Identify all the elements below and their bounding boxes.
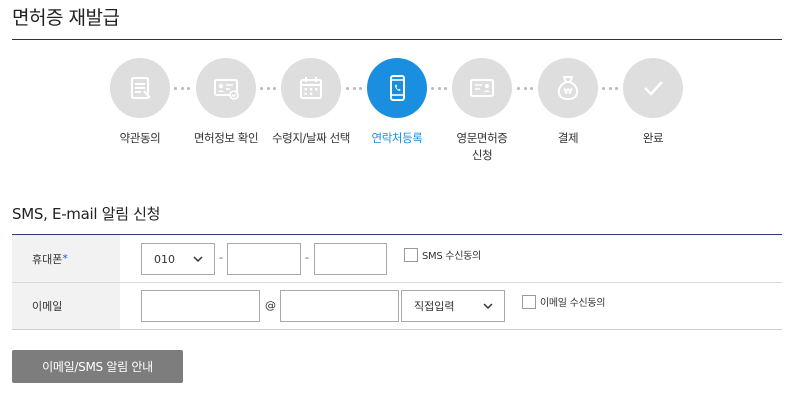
phone-label: 휴대폰 xyxy=(32,252,63,266)
license-card-icon xyxy=(470,79,494,97)
email-label-cell: 이메일 xyxy=(12,283,120,329)
email-input-cell: @ 직접입력 이메일 수신동의 xyxy=(120,283,782,329)
step-circle: ₩ xyxy=(538,58,598,118)
step-circle xyxy=(623,58,683,118)
phone-input-cell: 010 - - SMS 수신동의 xyxy=(120,235,782,282)
checkbox-box[interactable] xyxy=(522,294,536,309)
svg-text:₩: ₩ xyxy=(564,87,573,96)
checkmark-icon xyxy=(644,81,663,96)
step-circle xyxy=(367,58,427,118)
email-consent-checkbox[interactable]: 이메일 수신동의 xyxy=(522,294,605,309)
step-circle xyxy=(281,58,341,118)
separator: - xyxy=(305,251,309,264)
phone-label-cell: 휴대폰 * xyxy=(12,235,120,282)
email-domain-select[interactable]: 직접입력 xyxy=(401,290,505,322)
step-circle xyxy=(452,58,512,118)
calendar-icon xyxy=(300,77,322,99)
sms-consent-checkbox[interactable]: SMS 수신동의 xyxy=(404,247,481,262)
phone-prefix-value: 010 xyxy=(154,252,175,266)
phone-middle-input[interactable] xyxy=(227,243,301,275)
email-label: 이메일 xyxy=(32,300,63,313)
phone-last-input[interactable] xyxy=(314,243,387,275)
email-row: 이메일 @ 직접입력 이메일 수신동의 xyxy=(12,282,782,329)
email-domain-select-value: 직접입력 xyxy=(414,300,455,313)
step-complete: 완료 xyxy=(598,58,708,147)
at-sign: @ xyxy=(265,299,276,312)
required-mark: * xyxy=(62,252,68,265)
id-card-check-icon xyxy=(214,79,239,100)
chevron-down-icon xyxy=(483,303,493,310)
email-domain-input[interactable] xyxy=(280,290,399,322)
step-label: 완료 xyxy=(642,131,664,145)
email-sms-guide-button[interactable]: 이메일/SMS 알림 안내 xyxy=(12,350,183,383)
checkbox-box[interactable] xyxy=(404,247,418,262)
step-circle xyxy=(196,58,256,118)
document-icon xyxy=(131,77,151,99)
phone-prefix-select[interactable]: 010 xyxy=(141,243,215,275)
money-bag-icon: ₩ xyxy=(557,76,579,101)
chevron-down-icon xyxy=(193,256,203,263)
sms-consent-label: SMS 수신동의 xyxy=(422,251,481,262)
step-circle xyxy=(110,58,170,118)
progress-steps: 약관동의 면허정보 확인 수령지/날짜 선택 연락처등록 영문면허증 신청 ₩ xyxy=(0,58,789,178)
separator: - xyxy=(219,251,223,264)
title-divider xyxy=(12,39,782,40)
email-consent-label: 이메일 수신동의 xyxy=(540,298,606,309)
smartphone-icon xyxy=(390,75,405,101)
page-title: 면허증 재발급 xyxy=(12,7,120,29)
section-title: SMS, E-mail 알림 신청 xyxy=(12,205,161,223)
email-id-input[interactable] xyxy=(141,290,260,322)
phone-row: 휴대폰 * 010 - - SMS 수신동의 xyxy=(12,235,782,282)
contact-form-table: 휴대폰 * 010 - - SMS 수신동의 이메일 @ 직접입력 이메일 수신… xyxy=(12,234,782,330)
